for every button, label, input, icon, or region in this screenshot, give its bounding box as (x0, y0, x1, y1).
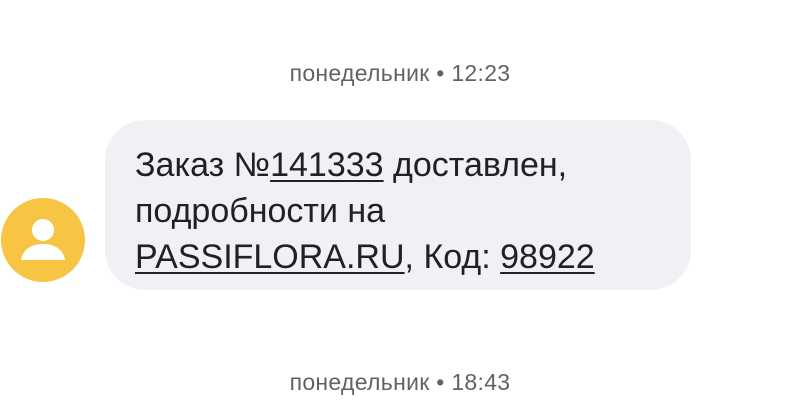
timestamp-time: 18:43 (451, 369, 511, 395)
site-link[interactable]: PASSIFLORA.RU (135, 238, 405, 276)
message-timestamp: понедельник • 12:23 (0, 60, 800, 87)
message-line-2: подробности на (135, 188, 661, 234)
order-number-link[interactable]: 141333 (270, 146, 383, 184)
message-line-1: Заказ №141333 доставлен, (135, 142, 661, 188)
timestamp-day: понедельник (289, 60, 430, 86)
details-text: подробности на (135, 192, 386, 230)
person-icon (21, 219, 65, 260)
conversation-screen: понедельник • 12:23 Заказ №141333 достав… (0, 0, 800, 402)
timestamp-separator: • (436, 369, 445, 395)
sender-avatar[interactable] (1, 198, 85, 282)
message-bubble[interactable]: Заказ №141333 доставлен, подробности на … (105, 120, 691, 290)
code-prefix: , Код: (404, 238, 501, 276)
timestamp-day: понедельник (289, 369, 430, 395)
message-line-3: PASSIFLORA.RU, Код: 98922 (135, 234, 661, 280)
code-link[interactable]: 98922 (500, 238, 595, 276)
timestamp-separator: • (436, 60, 445, 86)
order-status: доставлен, (383, 146, 568, 184)
timestamp-time: 12:23 (451, 60, 511, 86)
message-timestamp: понедельник • 18:43 (0, 369, 800, 396)
order-prefix: Заказ № (135, 146, 271, 184)
